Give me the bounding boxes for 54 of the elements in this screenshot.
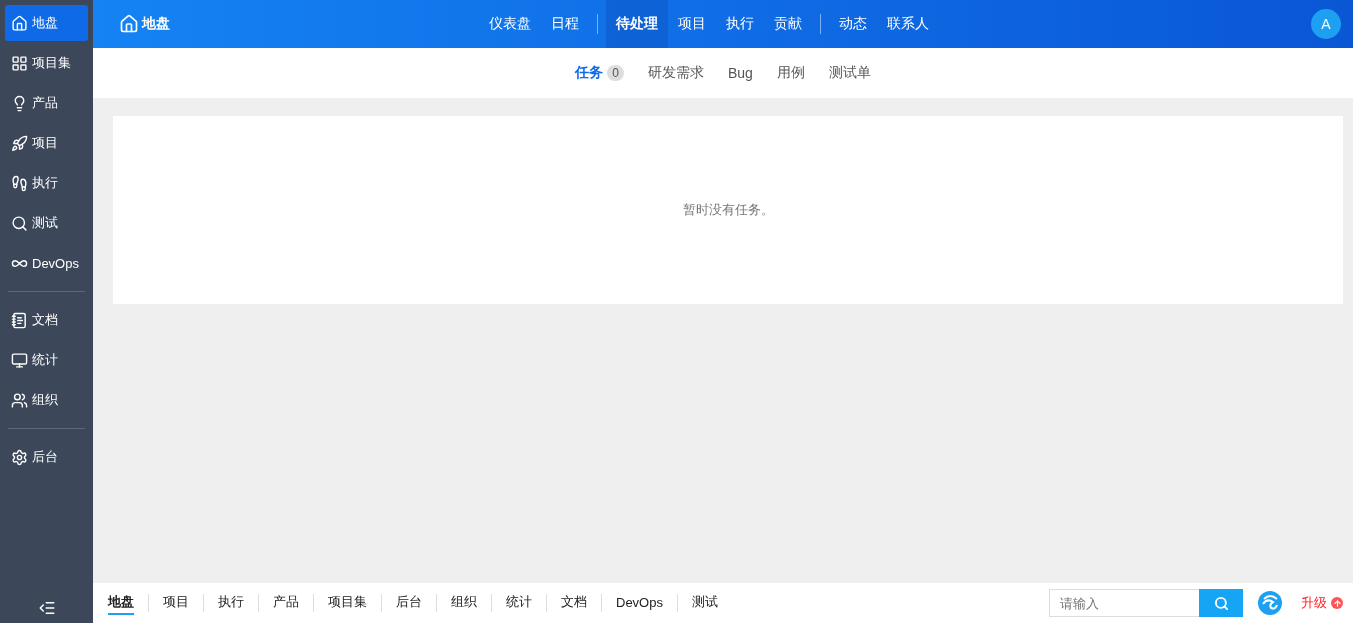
footer-link[interactable]: 项目集 [328,591,367,615]
arrow-up-icon [1331,597,1343,609]
footer-link[interactable]: 组织 [451,591,477,615]
footer-link[interactable]: 后台 [396,591,422,615]
nav-tab[interactable]: 联系人 [877,0,939,48]
swirl-logo-icon [1257,590,1283,616]
grid-icon [11,54,28,72]
nav-tab[interactable]: 项目 [668,0,716,48]
sidebar-item[interactable]: 执行 [5,165,88,201]
nav-tab[interactable]: 执行 [716,0,764,48]
search-button[interactable] [1199,589,1243,617]
sidebar-item[interactable]: 文档 [5,302,88,338]
upgrade-link[interactable]: 升级 [1301,594,1343,612]
empty-message: 暂时没有任务。 [682,201,774,219]
sidebar-item[interactable]: 项目集 [5,45,88,81]
sub-tab[interactable]: 任务 0 [575,64,624,82]
sidebar-item[interactable]: DevOps [5,245,88,281]
sub-tab[interactable]: 研发需求 [647,64,704,82]
home-icon [11,14,28,32]
sidebar-item[interactable]: 组织 [5,382,88,418]
collapse-icon [37,599,56,617]
sidebar-item[interactable]: 测试 [5,205,88,241]
nav-tab[interactable]: 待处理 [606,0,668,48]
footer-link[interactable]: DevOps [616,592,663,614]
monitor-icon [11,351,28,369]
footer-link[interactable]: 统计 [506,591,532,615]
count-badge: 0 [607,65,624,81]
nav-tab[interactable]: 日程 [541,0,589,48]
footer-link[interactable]: 文档 [561,591,587,615]
sidebar-item[interactable]: 地盘 [5,5,88,41]
home-link[interactable]: 地盘 [119,14,479,34]
footer-link[interactable]: 执行 [218,591,244,615]
home-icon [119,14,139,34]
rocket-icon [11,134,28,152]
footer-link[interactable]: 测试 [691,591,718,615]
sub-tab[interactable]: Bug [727,65,753,81]
sub-tab[interactable]: 测试单 [828,64,871,82]
sidebar-item[interactable]: 项目 [5,125,88,161]
nav-tab[interactable]: 动态 [829,0,877,48]
search-icon [11,214,28,232]
sidebar-item[interactable]: 产品 [5,85,88,121]
nav-tab[interactable]: 仪表盘 [479,0,541,48]
sidebar-item[interactable]: 后台 [5,439,88,475]
nav-tab[interactable]: 贡献 [764,0,812,48]
users-icon [11,391,28,409]
search-icon [1213,595,1229,611]
sub-tab[interactable]: 用例 [776,64,805,82]
footer-link[interactable]: 地盘 [108,591,134,615]
footer-link[interactable]: 项目 [163,591,189,615]
notebook-icon [11,311,28,329]
footer-link[interactable]: 产品 [273,591,299,615]
settings-icon [11,448,28,466]
search-field[interactable]: 请输入 [1049,589,1199,617]
sidebar-item[interactable]: 统计 [5,342,88,378]
